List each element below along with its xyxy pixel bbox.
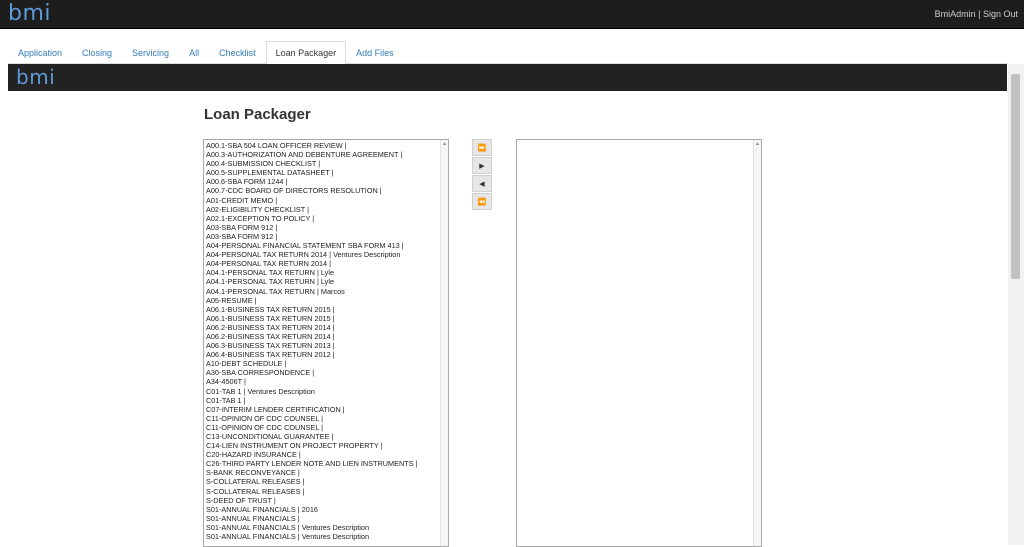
list-item[interactable]: C01-TAB 1 | Ventures Description xyxy=(206,387,448,396)
list-item[interactable]: A04-PERSONAL TAX RETURN 2014 | xyxy=(206,259,448,268)
sign-out-link[interactable]: Sign Out xyxy=(983,9,1018,19)
top-navbar: bmi BmiAdmin | Sign Out xyxy=(0,0,1024,29)
move-left-button[interactable]: ◀ xyxy=(472,175,492,192)
page-scrollbar-thumb[interactable] xyxy=(1011,74,1020,279)
move-all-left-button[interactable]: ⏪ xyxy=(472,193,492,210)
list-item[interactable]: C07-INTERIM LENDER CERTIFICATION | xyxy=(206,405,448,414)
list-item[interactable]: A06.2-BUSINESS TAX RETURN 2014 | xyxy=(206,323,448,332)
list-item[interactable]: A04.1-PERSONAL TAX RETURN | Marcos xyxy=(206,287,448,296)
list-item[interactable]: A00.7-CDC BOARD OF DIRECTORS RESOLUTION … xyxy=(206,186,448,195)
brand-logo[interactable]: bmi xyxy=(8,1,51,26)
available-documents-list[interactable]: A00.1-SBA 504 LOAN OFFICER REVIEW | A00.3… xyxy=(203,139,449,547)
nav-tabs: Application Closing Servicing All Checkl… xyxy=(8,41,1008,65)
list-item[interactable]: A04-PERSONAL TAX RETURN 2014 | Ventures … xyxy=(206,250,448,259)
list-item[interactable]: A06.3-BUSINESS TAX RETURN 2013 | xyxy=(206,341,448,350)
tab-application[interactable]: Application xyxy=(8,41,72,64)
list-item[interactable]: A06.1-BUSINESS TAX RETURN 2015 | xyxy=(206,314,448,323)
list-item[interactable]: A34-4506T | xyxy=(206,377,448,386)
list-item[interactable]: A02-ELIGIBILITY CHECKLIST | xyxy=(206,205,448,214)
tab-servicing[interactable]: Servicing xyxy=(122,41,179,64)
list-item[interactable]: A00.1-SBA 504 LOAN OFFICER REVIEW | xyxy=(206,141,448,150)
list-item[interactable]: A06.1-BUSINESS TAX RETURN 2015 | xyxy=(206,305,448,314)
move-all-right-button[interactable]: ⏩ xyxy=(472,139,492,156)
list-item[interactable]: S01-ANNUAL FINANCIALS | Ventures Descrip… xyxy=(206,532,448,541)
selected-scroll-up-icon[interactable]: ▲ xyxy=(754,140,761,148)
list-item[interactable]: A04.1-PERSONAL TAX RETURN | Lyle xyxy=(206,277,448,286)
list-item[interactable]: C01-TAB 1 | xyxy=(206,396,448,405)
list-item[interactable]: S01-ANNUAL FINANCIALS | Ventures Descrip… xyxy=(206,523,448,532)
list-item[interactable]: A00.6-SBA FORM 1244 | xyxy=(206,177,448,186)
list-item[interactable]: A04-PERSONAL FINANCIAL STATEMENT SBA FOR… xyxy=(206,241,448,250)
available-documents-items: A00.1-SBA 504 LOAN OFFICER REVIEW | A00.3… xyxy=(204,140,448,541)
selected-documents-items xyxy=(517,140,761,141)
chevron-left-icon: ◀ xyxy=(479,181,485,188)
list-item[interactable]: S01-ANNUAL FINANCIALS | 2016 xyxy=(206,505,448,514)
list-item[interactable]: A02.1-EXCEPTION TO POLICY | xyxy=(206,214,448,223)
list-item[interactable]: S-COLLATERAL RELEASES | xyxy=(206,477,448,486)
chevron-right-icon: ▶ xyxy=(479,163,485,170)
list-item[interactable]: A03-SBA FORM 912 | xyxy=(206,223,448,232)
tab-loan-packager[interactable]: Loan Packager xyxy=(265,41,347,65)
scroll-up-icon[interactable]: ▲ xyxy=(441,140,448,148)
move-buttons: ⏩ ▶ ◀ ⏪ xyxy=(472,139,492,211)
page-scrollbar[interactable] xyxy=(1008,64,1024,545)
list-item[interactable]: C14-LIEN INSTRUMENT ON PROJECT PROPERTY … xyxy=(206,441,448,450)
list-item[interactable]: C20-HAZARD INSURANCE | xyxy=(206,450,448,459)
list-item[interactable]: A03-SBA FORM 912 | xyxy=(206,232,448,241)
tab-checklist[interactable]: Checklist xyxy=(209,41,266,64)
list-item[interactable]: A00.3-AUTHORIZATION AND DEBENTURE AGREEM… xyxy=(206,150,448,159)
list-item[interactable]: C11-OPINION OF CDC COUNSEL | xyxy=(206,423,448,432)
list-item[interactable]: A00.4-SUBMISSION CHECKLIST | xyxy=(206,159,448,168)
selected-documents-list[interactable]: ▲ xyxy=(516,139,762,547)
list-item[interactable]: A06.2-BUSINESS TAX RETURN 2014 | xyxy=(206,332,448,341)
list-scrollbar[interactable]: ▲ xyxy=(440,140,448,546)
list-item[interactable]: A10-DEBT SCHEDULE | xyxy=(206,359,448,368)
list-item[interactable]: A01-CREDIT MEMO | xyxy=(206,196,448,205)
list-item[interactable]: S-BANK RECONVEYANCE | xyxy=(206,468,448,477)
banner-logo: bmi xyxy=(16,65,56,89)
tab-closing[interactable]: Closing xyxy=(72,41,122,64)
list-item[interactable]: A00.5-SUPPLEMENTAL DATASHEET | xyxy=(206,168,448,177)
separator: | xyxy=(978,9,981,19)
content-banner: bmi xyxy=(8,64,1007,91)
list-item[interactable]: S-COLLATERAL RELEASES | xyxy=(206,487,448,496)
list-item[interactable]: A04.1-PERSONAL TAX RETURN | Lyle xyxy=(206,268,448,277)
tab-all[interactable]: All xyxy=(179,41,209,64)
selected-list-scrollbar[interactable]: ▲ xyxy=(753,140,761,546)
list-item[interactable]: C13-UNCONDITIONAL GUARANTEE | xyxy=(206,432,448,441)
list-item[interactable]: S01-ANNUAL FINANCIALS | xyxy=(206,514,448,523)
double-chevron-right-icon: ⏩ xyxy=(477,145,487,152)
list-item[interactable]: S-DEED OF TRUST | xyxy=(206,496,448,505)
tab-add-files[interactable]: Add Files xyxy=(346,41,404,64)
double-chevron-left-icon: ⏪ xyxy=(477,199,487,206)
move-right-button[interactable]: ▶ xyxy=(472,157,492,174)
list-item[interactable]: C26-THIRD PARTY LENDER NOTE AND LIEN INS… xyxy=(206,459,448,468)
list-item[interactable]: A05-RESUME | xyxy=(206,296,448,305)
list-item[interactable]: A30-SBA CORRESPONDENCE | xyxy=(206,368,448,377)
user-menu: BmiAdmin | Sign Out xyxy=(935,9,1018,19)
username-link[interactable]: BmiAdmin xyxy=(935,9,976,19)
page-title: Loan Packager xyxy=(204,106,311,123)
list-item[interactable]: A06.4-BUSINESS TAX RETURN 2012 | xyxy=(206,350,448,359)
list-item[interactable]: C11-OPINION OF CDC COUNSEL | xyxy=(206,414,448,423)
